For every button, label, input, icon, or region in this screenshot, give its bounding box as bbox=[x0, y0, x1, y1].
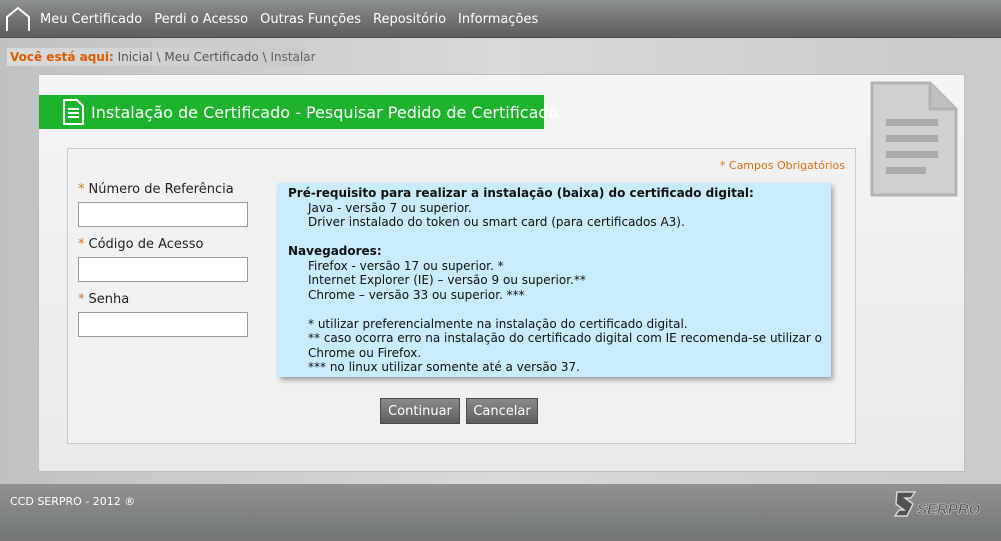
nav-item-informacoes[interactable]: Informações bbox=[458, 12, 538, 27]
prerequisite-line: Driver instalado do token ou smart card … bbox=[308, 215, 685, 229]
home-icon[interactable] bbox=[4, 6, 32, 32]
required-mark: * bbox=[78, 182, 85, 197]
breadcrumb-instalar: Instalar bbox=[270, 50, 316, 64]
required-fields-note: * Campos Obrigatórios bbox=[719, 159, 845, 172]
serpro-logo: SERPRO bbox=[893, 491, 981, 518]
password-input[interactable] bbox=[78, 312, 248, 337]
footer-copyright: CCD SERPRO - 2012 ® bbox=[10, 495, 136, 508]
prerequisites-title: Pré-requisito para realizar a instalação… bbox=[288, 186, 754, 200]
document-icon bbox=[63, 99, 84, 125]
reference-number-label: * Número de Referência bbox=[78, 182, 234, 197]
nav-item-meu-certificado[interactable]: Meu Certificado bbox=[40, 12, 142, 27]
footer: CCD SERPRO - 2012 ® SERPRO bbox=[0, 484, 1001, 541]
reference-number-label-text: Número de Referência bbox=[88, 182, 234, 197]
browser-line: Chrome – versão 33 ou superior. *** bbox=[308, 287, 525, 302]
note-line: Chrome ou Firefox. bbox=[308, 345, 422, 360]
breadcrumb-meu-certificado[interactable]: Meu Certificado bbox=[164, 50, 258, 64]
note-line: ** caso ocorra erro na instalação do cer… bbox=[308, 331, 823, 345]
browser-line: Internet Explorer (IE) – versão 9 ou sup… bbox=[308, 273, 586, 287]
password-label-text: Senha bbox=[88, 292, 130, 307]
serpro-logo-text: SERPRO bbox=[917, 501, 981, 518]
cancel-button[interactable]: Cancelar bbox=[466, 398, 538, 424]
nav-item-perdi-o-acesso[interactable]: Perdi o Acesso bbox=[154, 12, 248, 27]
prerequisites-info-box: Pré-requisito para realizar a instalação… bbox=[278, 183, 831, 377]
main-nav: Meu Certificado Perdi o Acesso Outras Fu… bbox=[40, 0, 550, 38]
access-code-label: * Código de Acesso bbox=[78, 237, 203, 252]
prerequisite-line: Java - versão 7 ou superior. bbox=[308, 200, 472, 215]
required-mark: * bbox=[78, 292, 85, 307]
nav-item-outras-funcoes[interactable]: Outras Funções bbox=[260, 12, 361, 27]
reference-number-input[interactable] bbox=[78, 202, 248, 227]
breadcrumb-inicial[interactable]: Inicial bbox=[118, 50, 153, 64]
access-code-label-text: Código de Acesso bbox=[88, 237, 204, 252]
continue-button[interactable]: Continuar bbox=[380, 398, 460, 424]
document-icon bbox=[870, 81, 958, 197]
password-label: * Senha bbox=[78, 292, 129, 307]
browsers-title: Navegadores: bbox=[288, 244, 382, 258]
note-line: * utilizar preferencialmente na instalaç… bbox=[308, 316, 688, 331]
nav-item-repositorio[interactable]: Repositório bbox=[373, 12, 446, 27]
breadcrumb-label: Você está aqui: bbox=[10, 50, 114, 64]
search-form: * Campos Obrigatórios * Número de Referên… bbox=[67, 148, 856, 444]
note-line: *** no linux utilizar somente até a vers… bbox=[308, 360, 580, 374]
browser-line: Firefox - versão 17 ou superior. * bbox=[308, 258, 504, 273]
required-mark: * bbox=[78, 237, 85, 252]
top-navigation-bar: Meu Certificado Perdi o Acesso Outras Fu… bbox=[0, 0, 1001, 38]
breadcrumb-separator: \ bbox=[156, 50, 161, 64]
breadcrumb-separator: \ bbox=[262, 50, 267, 64]
access-code-input[interactable] bbox=[78, 257, 248, 282]
page-title-bar: Instalação de Certificado - Pesquisar Pe… bbox=[39, 95, 558, 129]
breadcrumb: Você está aqui: Inicial \ Meu Certificad… bbox=[7, 48, 316, 66]
main-panel: Instalação de Certificado - Pesquisar Pe… bbox=[38, 74, 965, 472]
page-title: Instalação de Certificado - Pesquisar Pe… bbox=[91, 102, 559, 122]
